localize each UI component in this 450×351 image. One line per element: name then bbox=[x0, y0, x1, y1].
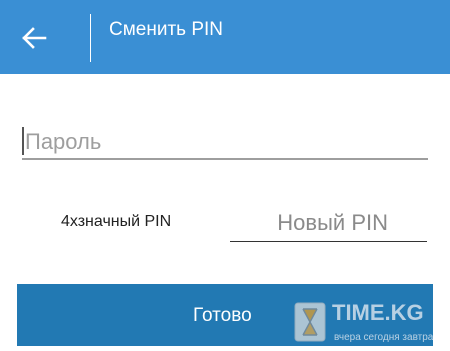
page-title: Сменить PIN bbox=[109, 19, 224, 40]
back-button[interactable] bbox=[14, 20, 54, 56]
pin-label: 4хзначный PIN bbox=[61, 213, 172, 230]
app-bar: Сменить PIN bbox=[0, 0, 450, 74]
password-placeholder: Пароль bbox=[25, 129, 102, 154]
text-cursor bbox=[22, 127, 24, 155]
new-pin-field[interactable]: Новый PIN bbox=[230, 206, 427, 242]
header-divider bbox=[90, 14, 91, 62]
password-field[interactable]: Пароль bbox=[22, 124, 428, 160]
new-pin-placeholder: Новый PIN bbox=[277, 210, 388, 235]
done-button-label: Готово bbox=[193, 305, 252, 326]
arrow-left-icon bbox=[22, 27, 47, 49]
